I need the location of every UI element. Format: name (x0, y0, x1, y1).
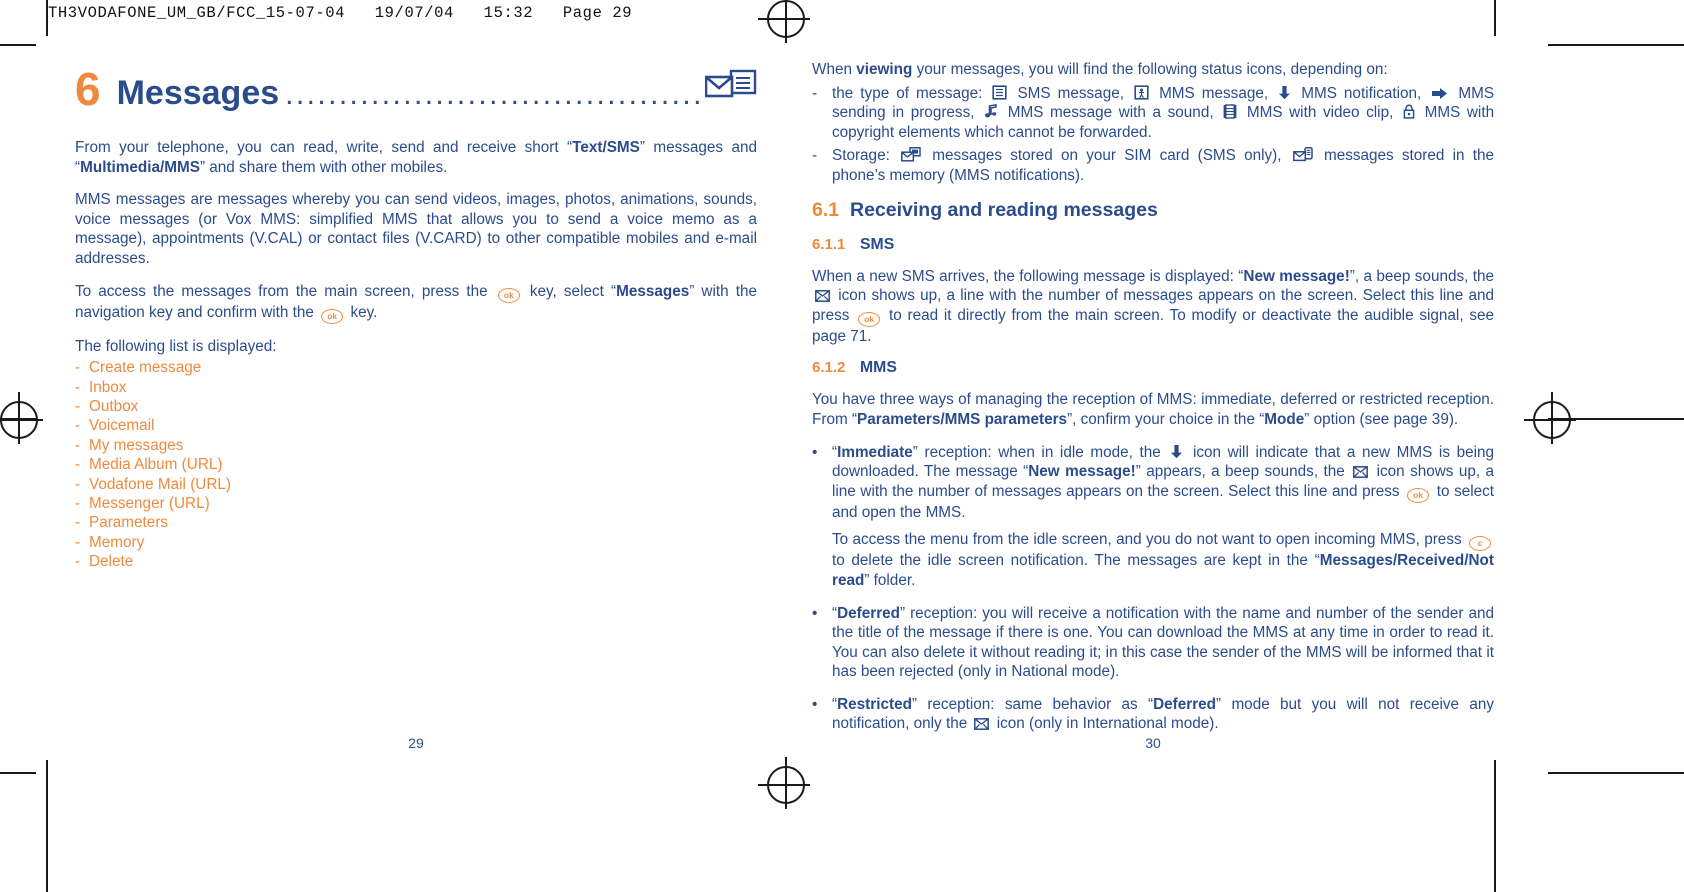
ok-key-icon: ok (321, 308, 344, 324)
subsection-number: 6.1.1 (812, 235, 846, 253)
registration-mark-bottom (758, 757, 810, 809)
list-item[interactable]: - Delete (75, 552, 757, 571)
message-type-item: - the type of message: SMS message, MMS … (812, 84, 1494, 143)
list-item[interactable]: - Parameters (75, 513, 757, 532)
intro-paragraph-1: From your telephone, you can read, write… (75, 139, 757, 176)
envelope-document-icon (704, 69, 757, 108)
list-item[interactable]: - Voicemail (75, 416, 757, 435)
subsection-number: 6.1.2 (812, 359, 846, 377)
page-right: When viewing your messages, you will fin… (812, 60, 1494, 747)
crop-rule-bot-l (0, 772, 36, 774)
sms-body-paragraph: When a new SMS arrives, the following me… (812, 267, 1495, 345)
list-item[interactable]: - Create message (75, 358, 757, 377)
mms-intro-paragraph: You have three ways of managing the rece… (812, 391, 1494, 428)
padlock-icon (1403, 104, 1415, 119)
right-arrow-icon (1431, 87, 1448, 100)
bullet-restricted: • “Restricted” reception: same behavior … (812, 695, 1494, 734)
crop-rule-mid-l (0, 418, 36, 420)
messages-menu-list: - Create message - Inbox - Outbox - Voicemai… (75, 358, 757, 571)
registration-mark-top (758, 0, 810, 43)
crop-rule-top (0, 44, 36, 46)
list-item[interactable]: - Inbox (75, 378, 757, 397)
dash-marker: - (812, 147, 818, 165)
access-paragraph: To access the messages from the main scr… (75, 282, 757, 324)
crop-rule-bot-r (1548, 772, 1684, 774)
dash-marker: - (812, 84, 818, 102)
registration-mark-left (0, 392, 43, 444)
list-item[interactable]: - My messages (75, 436, 757, 455)
down-arrow-icon (1170, 444, 1183, 459)
storage-text: Storage: messages stored on your SIM car… (832, 147, 1495, 184)
bullet-marker: • (812, 443, 818, 461)
page-number-left: 29 (408, 735, 424, 751)
registration-mark-right (1524, 392, 1576, 444)
crop-rule-top-r (1548, 44, 1684, 46)
storage-item: - Storage: messages stored on your SIM c… (812, 146, 1494, 185)
section-heading-6-1: 6.1 Receiving and reading messages (812, 199, 1494, 222)
envelope-phone-icon (1292, 147, 1313, 162)
crop-rule-right (1494, 0, 1496, 36)
viewing-lead-paragraph: When viewing your messages, you will fin… (812, 61, 1388, 78)
chapter-title: Messages (116, 74, 280, 112)
subsection-title: SMS (860, 235, 895, 253)
immediate-sub-paragraph: To access the menu from the idle screen,… (832, 530, 1494, 590)
chapter-number: 6 (75, 63, 101, 115)
music-note-icon (984, 104, 998, 119)
crop-rule-mid-r (1548, 418, 1684, 420)
bullet-marker: • (812, 695, 818, 713)
mms-message-icon (1134, 84, 1149, 100)
section-heading-6-1-2: 6.1.2 MMS (812, 359, 1494, 377)
bullet-marker: • (812, 604, 818, 622)
bullet-immediate: • “Immediate” reception: when in idle mo… (812, 443, 1494, 523)
section-heading-6-1-1: 6.1.1 SMS (812, 236, 1494, 254)
envelope-sim-card-icon (901, 147, 921, 162)
page-left: 6 Messages .............................… (75, 60, 757, 572)
immediate-sub-text: To access the menu from the idle screen,… (832, 531, 1494, 589)
ok-key-icon: ok (1407, 487, 1430, 503)
print-slug-line: TH3VODAFONE_UM_GB/FCC_15-07-04 19/07/04 … (48, 4, 633, 22)
intro-paragraph-2: MMS messages are messages whereby you ca… (75, 191, 757, 267)
list-item[interactable]: - Memory (75, 533, 757, 552)
ok-key-icon: ok (497, 287, 520, 303)
list-item[interactable]: - Media Album (URL) (75, 455, 757, 474)
crop-rule-left-2 (46, 760, 48, 892)
list-item[interactable]: - Messenger (URL) (75, 494, 757, 513)
chapter-dot-leader: ........................................… (285, 80, 703, 110)
list-item[interactable]: - Outbox (75, 397, 757, 416)
bullet-deferred-text: “Deferred” reception: you will receive a… (832, 604, 1494, 681)
subsection-title: MMS (860, 359, 897, 377)
section-title: Receiving and reading messages (850, 198, 1158, 221)
bullet-immediate-text: “Immediate” reception: when in idle mode… (832, 443, 1495, 521)
down-arrow-icon (1278, 85, 1291, 100)
c-key-icon: c (1469, 536, 1491, 552)
ok-key-icon: ok (858, 311, 881, 327)
envelope-icon (974, 718, 990, 731)
chapter-heading: 6 Messages .............................… (75, 60, 757, 112)
film-strip-icon (1223, 104, 1237, 119)
crop-rule-right-2 (1494, 760, 1496, 892)
envelope-icon (1353, 466, 1369, 479)
bullet-restricted-text: “Restricted” reception: same behavior as… (832, 695, 1494, 733)
bullet-deferred: • “Deferred” reception: you will receive… (812, 604, 1494, 682)
envelope-icon (815, 290, 830, 303)
section-number: 6.1 (812, 198, 840, 221)
page-number-right: 30 (1145, 735, 1161, 751)
list-item[interactable]: - Vodafone Mail (URL) (75, 475, 757, 494)
sms-message-icon (992, 84, 1008, 100)
message-type-text: the type of message: SMS message, MMS me… (832, 84, 1495, 141)
list-lead-in: The following list is displayed: (75, 337, 277, 355)
